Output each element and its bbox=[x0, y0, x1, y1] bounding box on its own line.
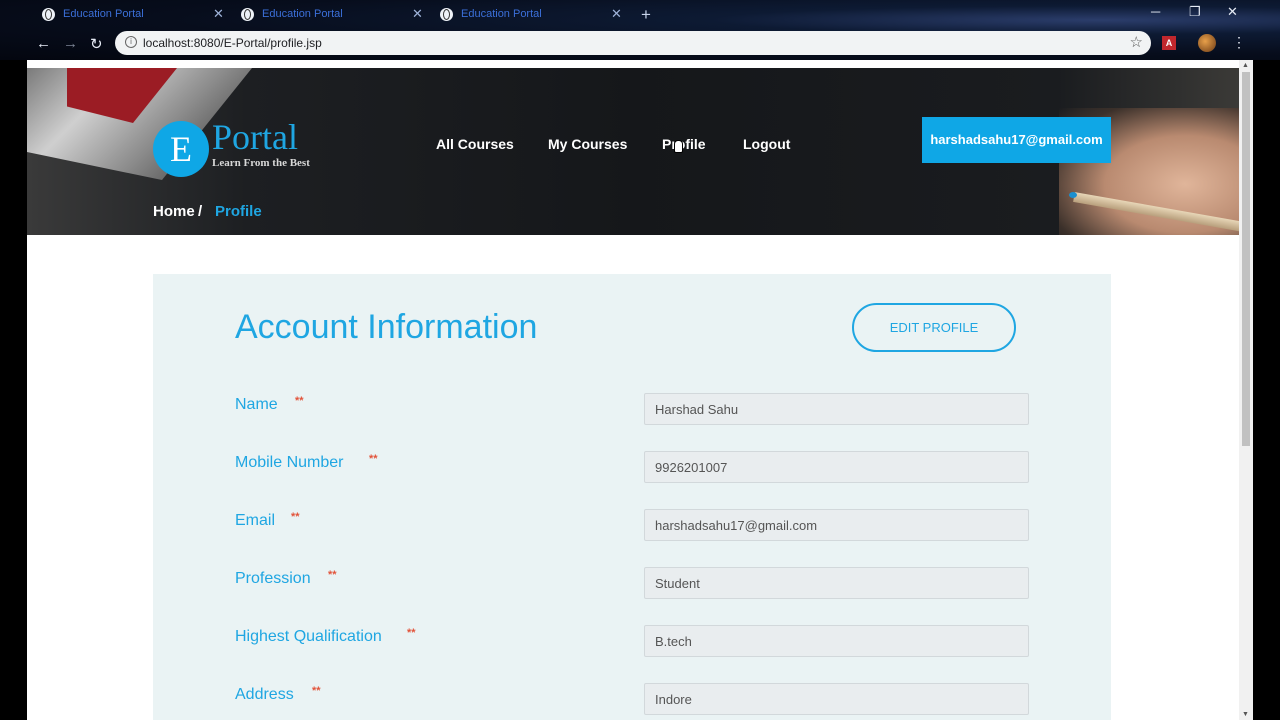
tab-title: Education Portal bbox=[461, 8, 542, 20]
scroll-up-icon[interactable]: ▲ bbox=[1242, 62, 1249, 69]
qualification-label: Highest Qualification bbox=[235, 628, 382, 645]
breadcrumb-home[interactable]: Home bbox=[153, 203, 195, 220]
tab-close-icon[interactable]: ✕ bbox=[412, 6, 423, 22]
nav-all-courses[interactable]: All Courses bbox=[436, 136, 514, 152]
tab-close-icon[interactable]: ✕ bbox=[611, 6, 622, 22]
browser-tab-2[interactable]: Education Portal ✕ bbox=[241, 0, 423, 28]
globe-icon bbox=[42, 7, 55, 21]
browser-tab-3-active[interactable]: Education Portal ✕ bbox=[440, 0, 622, 28]
minimize-button[interactable]: ─ bbox=[1151, 4, 1160, 19]
browser-chrome: Education Portal ✕ Education Portal ✕ Ed… bbox=[0, 0, 1280, 60]
page-scrollbar[interactable]: ▲ ▼ bbox=[1239, 60, 1253, 720]
profession-field[interactable] bbox=[644, 567, 1029, 599]
email-field[interactable] bbox=[644, 509, 1029, 541]
logo-letter[interactable]: E bbox=[153, 121, 209, 177]
address-field[interactable] bbox=[644, 683, 1029, 715]
name-label: Name bbox=[235, 396, 278, 413]
required-mark: ** bbox=[312, 685, 321, 697]
browser-tab-1[interactable]: Education Portal ✕ bbox=[42, 0, 224, 28]
reload-icon[interactable]: ↻ bbox=[90, 35, 103, 53]
forward-arrow-icon[interactable]: → bbox=[63, 35, 78, 52]
url-text[interactable]: localhost:8080/E-Portal/profile.jsp bbox=[143, 36, 322, 50]
hero-header: E Portal Learn From the Best All Courses… bbox=[27, 68, 1243, 235]
mobile-label: Mobile Number bbox=[235, 454, 344, 471]
email-label: Email bbox=[235, 512, 276, 529]
globe-icon bbox=[440, 7, 453, 21]
tab-title: Education Portal bbox=[63, 8, 144, 20]
tab-title: Education Portal bbox=[262, 8, 343, 20]
required-mark: ** bbox=[295, 395, 304, 407]
edit-profile-button[interactable]: EDIT PROFILE bbox=[852, 303, 1016, 352]
pencil-tip-image bbox=[1069, 192, 1077, 198]
page-viewport: E Portal Learn From the Best All Courses… bbox=[27, 60, 1253, 720]
user-email-button[interactable]: harshadsahu17@gmail.com bbox=[922, 117, 1111, 163]
nav-logout[interactable]: Logout bbox=[743, 136, 790, 152]
account-panel: Account Information EDIT PROFILE Name **… bbox=[153, 274, 1111, 720]
nav-profile[interactable]: Profile bbox=[662, 136, 706, 152]
browser-profile-avatar[interactable] bbox=[1198, 34, 1216, 52]
close-window-button[interactable]: ✕ bbox=[1227, 4, 1238, 20]
breadcrumb-current: Profile bbox=[215, 203, 262, 220]
logo-tagline: Learn From the Best bbox=[212, 157, 310, 169]
required-mark: ** bbox=[291, 511, 300, 523]
browser-menu-icon[interactable]: ⋮ bbox=[1232, 34, 1246, 51]
qualification-field[interactable] bbox=[644, 625, 1029, 657]
scrollbar-thumb[interactable] bbox=[1242, 72, 1250, 446]
address-label: Address bbox=[235, 686, 294, 703]
tab-close-icon[interactable]: ✕ bbox=[213, 6, 224, 22]
back-arrow-icon[interactable]: ← bbox=[36, 35, 51, 52]
required-mark: ** bbox=[328, 569, 337, 581]
address-bar[interactable]: i localhost:8080/E-Portal/profile.jsp ☆ bbox=[115, 31, 1151, 55]
mobile-field[interactable] bbox=[644, 451, 1029, 483]
site-info-icon[interactable]: i bbox=[125, 36, 137, 48]
bookmark-star-icon[interactable]: ☆ bbox=[1130, 33, 1143, 51]
pdf-extension-icon[interactable]: A bbox=[1162, 36, 1176, 50]
required-mark: ** bbox=[407, 627, 416, 639]
maximize-button[interactable]: ❐ bbox=[1189, 4, 1201, 20]
new-tab-button[interactable]: + bbox=[641, 5, 651, 25]
mouse-cursor bbox=[674, 140, 683, 153]
name-field[interactable] bbox=[644, 393, 1029, 425]
logo-word[interactable]: Portal bbox=[212, 116, 298, 158]
breadcrumb-separator: / bbox=[198, 203, 203, 220]
scroll-down-icon[interactable]: ▼ bbox=[1242, 711, 1249, 718]
globe-icon bbox=[241, 7, 254, 21]
required-mark: ** bbox=[369, 453, 378, 465]
nav-my-courses[interactable]: My Courses bbox=[548, 136, 627, 152]
page-title: Account Information bbox=[235, 308, 538, 346]
profession-label: Profession bbox=[235, 570, 311, 587]
